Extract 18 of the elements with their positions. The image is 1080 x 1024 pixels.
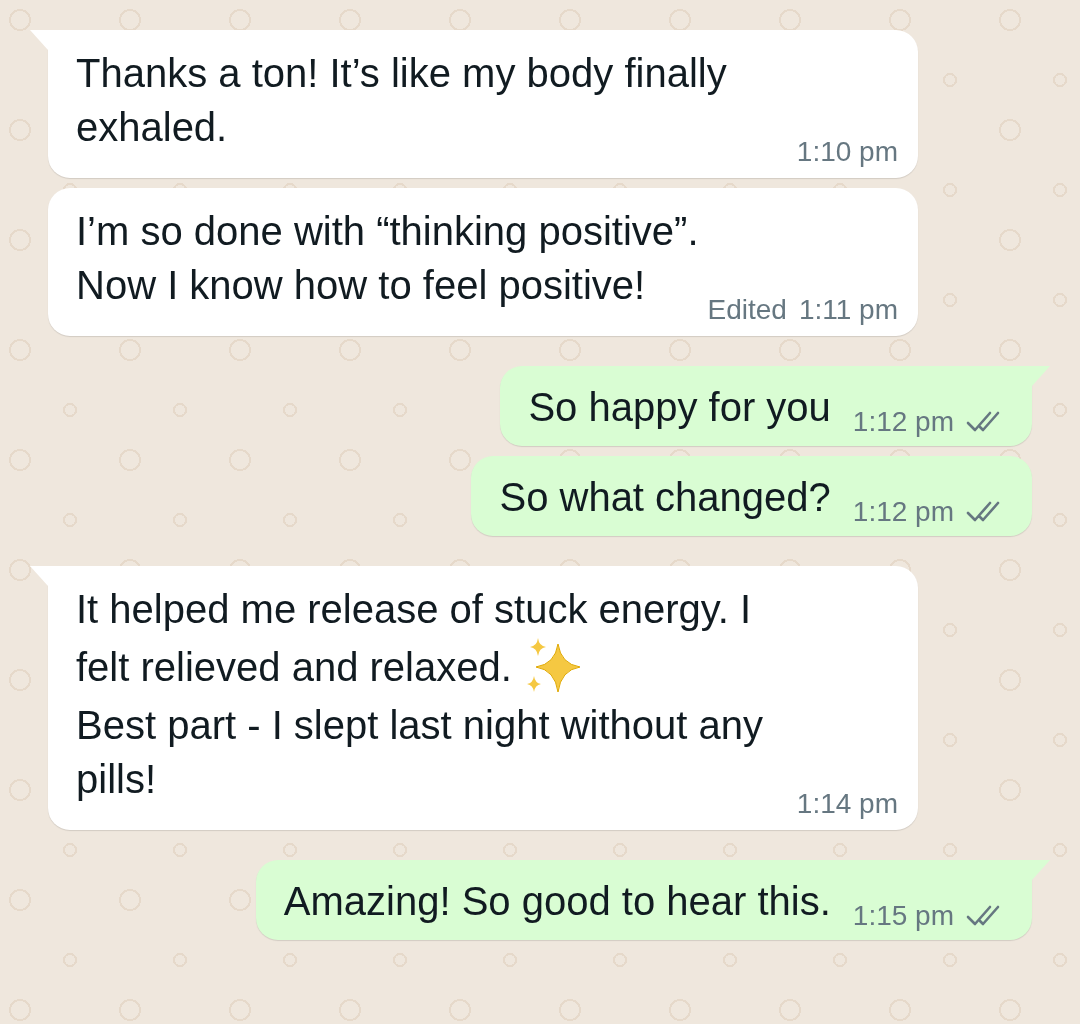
- message-text: So what changed?: [499, 474, 831, 521]
- message-time: 1:12 pm: [852, 406, 954, 438]
- message-text: Best part - I slept last night without any: [76, 702, 763, 749]
- message-time: 1:15 pm: [852, 900, 954, 932]
- message-text: felt relieved and relaxed.: [76, 644, 512, 691]
- message-text: It helped me release of stuck energy. I: [76, 586, 752, 633]
- message-time: 1:12 pm: [852, 496, 954, 528]
- message-text: Now I know how to feel positive!: [76, 262, 646, 309]
- message-time: 1:14 pm: [796, 788, 898, 820]
- message-text: Thanks a ton! It’s like my body finally: [76, 50, 727, 97]
- message-time: 1:11 pm: [798, 294, 898, 326]
- message-time: 1:10 pm: [796, 136, 898, 168]
- message-text: So happy for you: [528, 384, 831, 431]
- message-text: Amazing! So good to hear this.: [283, 878, 831, 925]
- message-text: pills!: [76, 756, 157, 803]
- edited-label: Edited: [707, 294, 787, 326]
- message-text: I’m so done with “thinking positive”.: [76, 208, 699, 255]
- message-text: exhaled.: [76, 104, 228, 151]
